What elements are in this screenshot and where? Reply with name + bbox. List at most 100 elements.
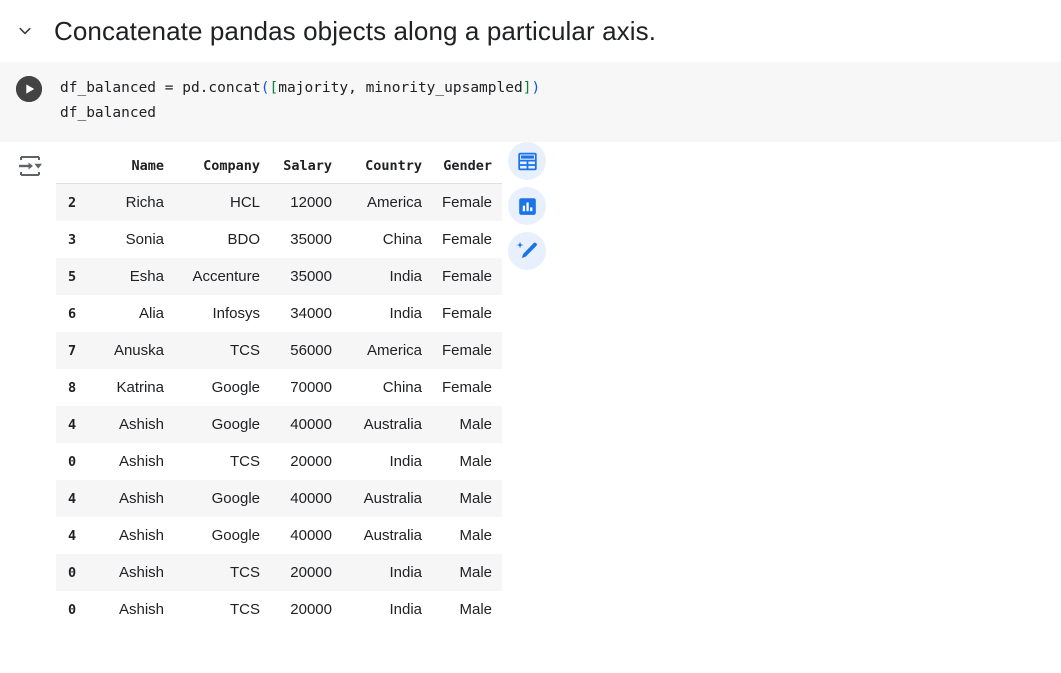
table-cell-gender: Female <box>432 258 502 295</box>
table-cell-country: America <box>342 184 432 222</box>
table-row: 4AshishGoogle40000AustraliaMale <box>56 517 502 554</box>
table-cell-company: Accenture <box>174 258 270 295</box>
table-row: 4AshishGoogle40000AustraliaMale <box>56 480 502 517</box>
code-token-line2: df_balanced <box>60 105 156 121</box>
table-cell-gender: Male <box>432 480 502 517</box>
table-cell-salary: 40000 <box>270 480 342 517</box>
play-icon[interactable] <box>16 76 42 102</box>
code-cell[interactable]: df_balanced = pd.concat([majority, minor… <box>0 62 1061 142</box>
table-cell-company: HCL <box>174 184 270 222</box>
code-token-args: majority, minority_upsampled <box>278 80 522 96</box>
table-cell-name: Katrina <box>90 369 174 406</box>
column-header-salary: Salary <box>270 152 342 184</box>
page-title: Concatenate pandas objects along a parti… <box>54 16 656 47</box>
data-transform-icon <box>14 150 46 182</box>
table-cell-country: China <box>342 369 432 406</box>
table-cell-gender: Female <box>432 221 502 258</box>
table-cell-index: 8 <box>56 369 90 406</box>
table-cell-salary: 20000 <box>270 554 342 591</box>
view-as-table-button[interactable] <box>508 142 546 180</box>
table-cell-index: 2 <box>56 184 90 222</box>
column-header-country: Country <box>342 152 432 184</box>
table-body: 2RichaHCL12000AmericaFemale3SoniaBDO3500… <box>56 184 502 629</box>
cell-output: Name Company Salary Country Gender 2Rich… <box>0 142 1061 628</box>
code-token-call: df_balanced = pd.concat <box>60 80 261 96</box>
table-cell-index: 4 <box>56 517 90 554</box>
table-cell-company: Google <box>174 517 270 554</box>
table-cell-country: India <box>342 295 432 332</box>
table-cell-name: Ashish <box>90 591 174 628</box>
table-cell-company: TCS <box>174 332 270 369</box>
table-cell-gender: Male <box>432 406 502 443</box>
table-cell-gender: Female <box>432 369 502 406</box>
chevron-down-icon[interactable] <box>8 14 42 48</box>
table-row: 5EshaAccenture35000IndiaFemale <box>56 258 502 295</box>
output-action-buttons <box>508 142 546 270</box>
dataframe-table: Name Company Salary Country Gender 2Rich… <box>56 152 502 628</box>
table-cell-gender: Female <box>432 295 502 332</box>
table-cell-country: India <box>342 443 432 480</box>
table-cell-gender: Male <box>432 591 502 628</box>
table-cell-name: Richa <box>90 184 174 222</box>
column-header-company: Company <box>174 152 270 184</box>
table-cell-salary: 70000 <box>270 369 342 406</box>
table-cell-index: 4 <box>56 406 90 443</box>
table-cell-index: 3 <box>56 221 90 258</box>
table-cell-gender: Male <box>432 443 502 480</box>
table-row: 3SoniaBDO35000ChinaFemale <box>56 221 502 258</box>
table-cell-company: Google <box>174 406 270 443</box>
table-cell-index: 0 <box>56 554 90 591</box>
table-cell-company: Google <box>174 369 270 406</box>
table-cell-country: Australia <box>342 480 432 517</box>
table-cell-name: Ashish <box>90 517 174 554</box>
table-cell-salary: 35000 <box>270 221 342 258</box>
table-cell-index: 0 <box>56 591 90 628</box>
table-cell-index: 7 <box>56 332 90 369</box>
table-cell-company: TCS <box>174 443 270 480</box>
code-editor[interactable]: df_balanced = pd.concat([majority, minor… <box>60 76 1061 126</box>
table-cell-name: Alia <box>90 295 174 332</box>
table-cell-salary: 40000 <box>270 406 342 443</box>
table-cell-country: Australia <box>342 517 432 554</box>
table-cell-salary: 35000 <box>270 258 342 295</box>
column-header-name: Name <box>90 152 174 184</box>
dataframe-output: Name Company Salary Country Gender 2Rich… <box>56 152 502 628</box>
table-cell-salary: 34000 <box>270 295 342 332</box>
table-cell-gender: Male <box>432 554 502 591</box>
table-cell-name: Ashish <box>90 443 174 480</box>
table-cell-index: 6 <box>56 295 90 332</box>
table-row: 0AshishTCS20000IndiaMale <box>56 554 502 591</box>
table-cell-index: 0 <box>56 443 90 480</box>
table-cell-salary: 20000 <box>270 443 342 480</box>
table-cell-salary: 40000 <box>270 517 342 554</box>
table-cell-company: BDO <box>174 221 270 258</box>
table-row: 4AshishGoogle40000AustraliaMale <box>56 406 502 443</box>
table-cell-company: TCS <box>174 591 270 628</box>
table-cell-gender: Female <box>432 332 502 369</box>
table-header: Name Company Salary Country Gender <box>56 152 502 184</box>
table-cell-country: India <box>342 554 432 591</box>
table-cell-company: Google <box>174 480 270 517</box>
generate-chart-button[interactable] <box>508 187 546 225</box>
table-cell-name: Anuska <box>90 332 174 369</box>
column-header-gender: Gender <box>432 152 502 184</box>
table-cell-company: Infosys <box>174 295 270 332</box>
table-cell-country: China <box>342 221 432 258</box>
section-heading: Concatenate pandas objects along a parti… <box>0 0 1061 62</box>
table-header-row: Name Company Salary Country Gender <box>56 152 502 184</box>
table-cell-salary: 20000 <box>270 591 342 628</box>
table-cell-country: America <box>342 332 432 369</box>
suggest-code-button[interactable] <box>508 232 546 270</box>
code-token-paren-open: ( <box>261 80 270 96</box>
table-cell-country: India <box>342 591 432 628</box>
table-cell-salary: 12000 <box>270 184 342 222</box>
table-row: 6AliaInfosys34000IndiaFemale <box>56 295 502 332</box>
table-row: 8KatrinaGoogle70000ChinaFemale <box>56 369 502 406</box>
table-cell-country: Australia <box>342 406 432 443</box>
table-cell-salary: 56000 <box>270 332 342 369</box>
table-row: 7AnuskaTCS56000AmericaFemale <box>56 332 502 369</box>
table-cell-name: Ashish <box>90 406 174 443</box>
table-row: 0AshishTCS20000IndiaMale <box>56 443 502 480</box>
table-cell-name: Esha <box>90 258 174 295</box>
table-cell-name: Ashish <box>90 554 174 591</box>
